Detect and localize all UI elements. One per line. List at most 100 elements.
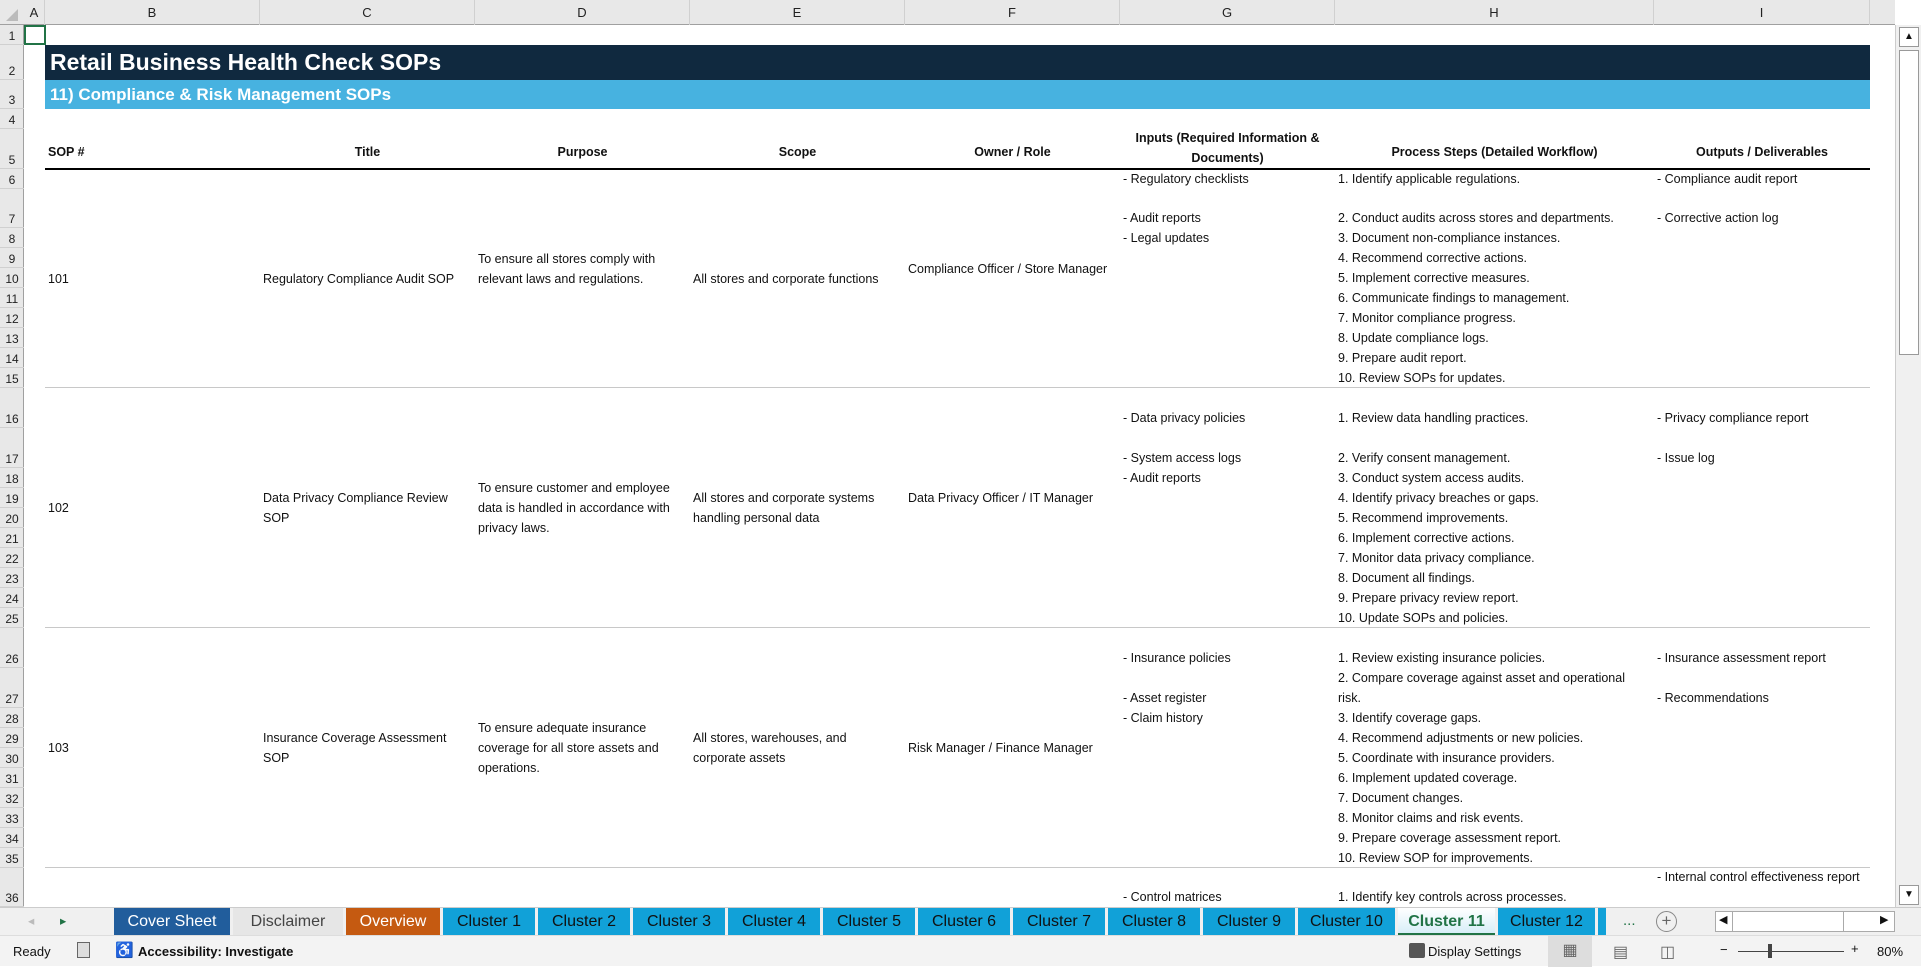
process-step: 1. Review data handling practices. xyxy=(1338,408,1651,428)
sheet-tab-partial[interactable] xyxy=(1598,908,1606,935)
sheet-tab-cluster-8[interactable]: Cluster 8 xyxy=(1108,908,1200,935)
scroll-right-icon[interactable]: ▶ xyxy=(1880,913,1888,926)
row-header-32[interactable]: 32 xyxy=(0,788,24,808)
zoom-in-button[interactable]: + xyxy=(1851,941,1859,956)
scroll-down-icon[interactable]: ▼ xyxy=(1899,885,1919,905)
next-sheet-icon[interactable]: ▸ xyxy=(60,913,66,928)
column-header-I[interactable]: I xyxy=(1654,0,1870,25)
process-step: 4. Recommend adjustments or new policies… xyxy=(1338,728,1651,748)
sop-number: 103 xyxy=(48,738,69,758)
column-header-F[interactable]: F xyxy=(905,0,1120,25)
sheet-tab-cluster-2[interactable]: Cluster 2 xyxy=(538,908,630,935)
row-header-34[interactable]: 34 xyxy=(0,828,24,848)
sheet-tab-disclaimer[interactable]: Disclaimer xyxy=(233,908,343,935)
row-header-23[interactable]: 23 xyxy=(0,568,24,588)
row-header-12[interactable]: 12 xyxy=(0,308,24,328)
row-header-7[interactable]: 7 xyxy=(0,189,24,228)
row-header-22[interactable]: 22 xyxy=(0,548,24,568)
row-header-20[interactable]: 20 xyxy=(0,508,24,528)
h-scroll-thumb[interactable] xyxy=(1732,912,1844,931)
column-header-D[interactable]: D xyxy=(475,0,690,25)
column-header-A[interactable]: A xyxy=(24,0,45,25)
row-header-29[interactable]: 29 xyxy=(0,728,24,748)
worksheet-grid[interactable]: Retail Business Health Check SOPs 11) Co… xyxy=(24,25,1870,907)
row-header-31[interactable]: 31 xyxy=(0,768,24,788)
sheet-tab-cluster-1[interactable]: Cluster 1 xyxy=(443,908,535,935)
column-header-H[interactable]: H xyxy=(1335,0,1654,25)
sheet-tab-cluster-4[interactable]: Cluster 4 xyxy=(728,908,820,935)
accessibility-status[interactable]: Accessibility: Investigate xyxy=(138,944,293,959)
scroll-left-icon[interactable]: ◀ xyxy=(1719,913,1727,926)
accessibility-icon[interactable]: ♿ xyxy=(115,941,134,959)
row-header-18[interactable]: 18 xyxy=(0,468,24,488)
input-item: - Claim history xyxy=(1123,708,1332,728)
active-cell-a1[interactable] xyxy=(24,25,46,45)
row-header-3[interactable]: 3 xyxy=(0,80,24,109)
row-header-15[interactable]: 15 xyxy=(0,368,24,388)
row-header-6[interactable]: 6 xyxy=(0,169,24,189)
display-settings-button[interactable]: Display Settings xyxy=(1428,944,1521,959)
row-header-8[interactable]: 8 xyxy=(0,228,24,248)
sheet-tab-cluster-3[interactable]: Cluster 3 xyxy=(633,908,725,935)
process-step: 7. Monitor compliance progress. xyxy=(1338,308,1651,328)
column-header-E[interactable]: E xyxy=(690,0,905,25)
process-step: 6. Implement updated coverage. xyxy=(1338,768,1651,788)
row-header-2[interactable]: 2 xyxy=(0,45,24,80)
vertical-scrollbar[interactable]: ▲ ▼ xyxy=(1895,25,1921,907)
sheet-tab-cluster-7[interactable]: Cluster 7 xyxy=(1013,908,1105,935)
row-header-14[interactable]: 14 xyxy=(0,348,24,368)
row-header-36[interactable]: 36 xyxy=(0,868,24,907)
row-header-26[interactable]: 26 xyxy=(0,628,24,668)
column-header-G[interactable]: G xyxy=(1120,0,1335,25)
more-tabs-button[interactable]: ... xyxy=(1623,912,1636,929)
row-header-27[interactable]: 27 xyxy=(0,668,24,708)
sheet-tab-cluster-6[interactable]: Cluster 6 xyxy=(918,908,1010,935)
row-header-10[interactable]: 10 xyxy=(0,268,24,288)
column-header-B[interactable]: B xyxy=(45,0,260,25)
row-header-25[interactable]: 25 xyxy=(0,608,24,628)
row-header-30[interactable]: 30 xyxy=(0,748,24,768)
row-header-1[interactable]: 1 xyxy=(0,25,24,45)
zoom-slider[interactable] xyxy=(1738,951,1844,952)
row-header-19[interactable]: 19 xyxy=(0,488,24,508)
macro-record-icon[interactable] xyxy=(77,942,90,958)
zoom-slider-thumb[interactable] xyxy=(1768,944,1772,958)
add-sheet-icon[interactable]: + xyxy=(1656,911,1677,932)
row-header-17[interactable]: 17 xyxy=(0,428,24,468)
sheet-tab-cluster-9[interactable]: Cluster 9 xyxy=(1203,908,1295,935)
row-header-11[interactable]: 11 xyxy=(0,288,24,308)
row-header-21[interactable]: 21 xyxy=(0,528,24,548)
scroll-thumb[interactable] xyxy=(1899,50,1919,355)
select-all-corner[interactable] xyxy=(6,9,18,21)
input-item: - Asset register xyxy=(1123,688,1332,708)
normal-view-icon[interactable]: ▦ xyxy=(1548,936,1592,967)
row-header-35[interactable]: 35 xyxy=(0,848,24,868)
sheet-tab-cover-sheet[interactable]: Cover Sheet xyxy=(114,908,230,935)
row-header-13[interactable]: 13 xyxy=(0,328,24,348)
column-header-C[interactable]: C xyxy=(260,0,475,25)
row-header-9[interactable]: 9 xyxy=(0,248,24,268)
process-step: 9. Prepare audit report. xyxy=(1338,348,1651,368)
zoom-level[interactable]: 80% xyxy=(1877,944,1903,959)
row-header-28[interactable]: 28 xyxy=(0,708,24,728)
header-inputs-required-information-documents: Inputs (Required Information & Documents… xyxy=(1120,128,1335,168)
process-step: 9. Prepare coverage assessment report. xyxy=(1338,828,1651,848)
sheet-tab-overview[interactable]: Overview xyxy=(346,908,440,935)
row-header-5[interactable]: 5 xyxy=(0,129,24,169)
page-break-view-icon[interactable]: ◫ xyxy=(1660,942,1675,962)
process-step: 7. Monitor data privacy compliance. xyxy=(1338,548,1651,568)
sheet-tab-cluster-10[interactable]: Cluster 10 xyxy=(1298,908,1395,935)
scroll-up-icon[interactable]: ▲ xyxy=(1899,27,1919,47)
sheet-tab-cluster-11[interactable]: Cluster 11 xyxy=(1398,908,1495,935)
sheet-tab-cluster-12[interactable]: Cluster 12 xyxy=(1498,908,1595,935)
row-header-16[interactable]: 16 xyxy=(0,388,24,428)
row-header-33[interactable]: 33 xyxy=(0,808,24,828)
prev-sheet-icon[interactable]: ◂ xyxy=(28,913,34,928)
sheet-tab-cluster-5[interactable]: Cluster 5 xyxy=(823,908,915,935)
row-header-4[interactable]: 4 xyxy=(0,109,24,129)
display-settings-icon[interactable] xyxy=(1409,943,1425,958)
horizontal-scrollbar[interactable]: ◀ ▶ xyxy=(1715,911,1895,932)
zoom-out-button[interactable]: − xyxy=(1720,942,1728,957)
row-header-24[interactable]: 24 xyxy=(0,588,24,608)
page-layout-view-icon[interactable]: ▤ xyxy=(1613,942,1628,962)
